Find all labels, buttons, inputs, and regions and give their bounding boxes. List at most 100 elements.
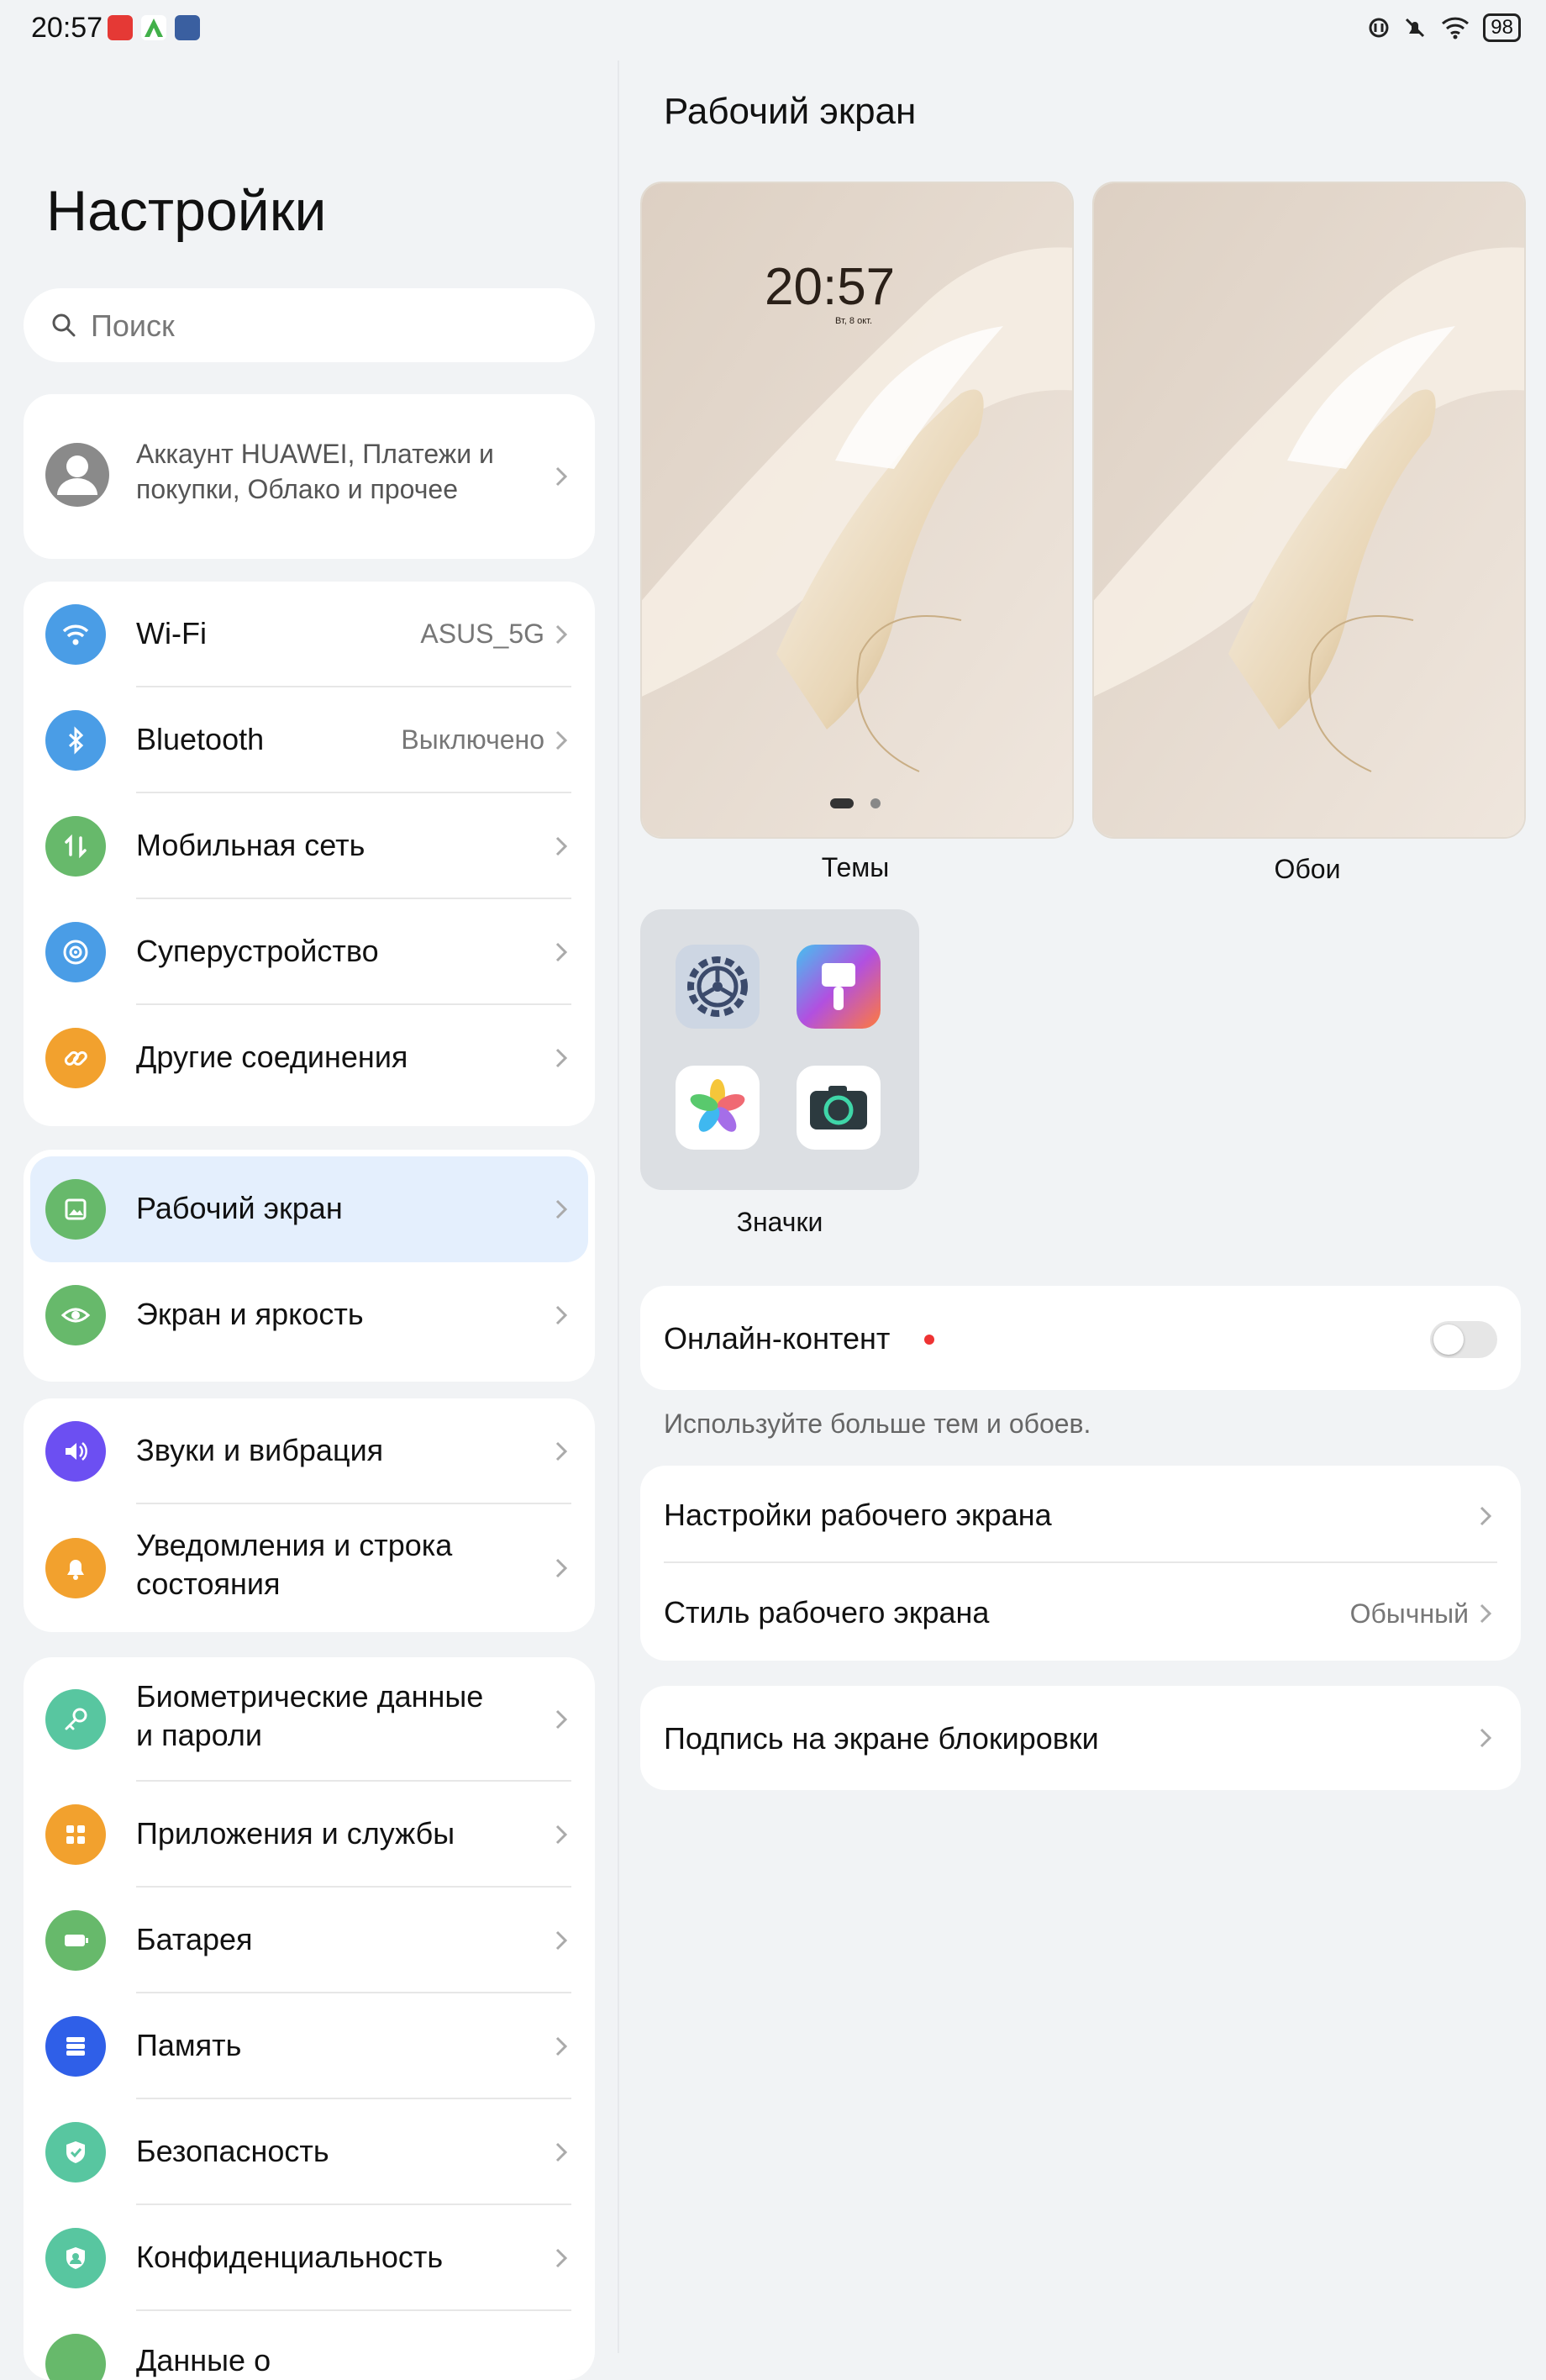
lock-signature-card: Подпись на экране блокировки (640, 1686, 1521, 1790)
game-app-icon (175, 15, 200, 40)
page-indicator-dot (870, 798, 881, 808)
home-screen-style-row[interactable]: Стиль рабочего экрана Обычный (640, 1563, 1521, 1661)
settings-item-storage[interactable]: Память (24, 1993, 595, 2099)
super-device-icon (45, 922, 106, 982)
account-card[interactable]: Аккаунт HUAWEI, Платежи и покупки, Облак… (24, 394, 595, 559)
account-text: Аккаунт HUAWEI, Платежи и покупки, Облак… (136, 439, 494, 504)
chevron-right-icon (555, 730, 568, 750)
apps-icon (45, 1804, 106, 1865)
chevron-right-icon (555, 624, 568, 645)
wallpaper-preview[interactable] (1092, 182, 1526, 839)
chevron-right-icon (1480, 1506, 1492, 1526)
preview-clock: 20:57 (765, 258, 896, 316)
chevron-right-icon (555, 2036, 568, 2056)
chevron-right-icon (555, 1930, 568, 1951)
notification-icons (108, 15, 200, 40)
chevron-right-icon (555, 1048, 568, 1068)
chevron-right-icon (555, 1305, 568, 1325)
section-title: Рабочий экран (664, 91, 917, 132)
online-content-toggle[interactable] (1430, 1321, 1497, 1358)
settings-item-battery[interactable]: Батарея (24, 1888, 595, 1993)
sound-icon (45, 1421, 106, 1482)
theme-preview[interactable]: 20:57 Вт, 8 окт. (640, 182, 1074, 839)
storage-icon (45, 2016, 106, 2077)
settings-item-other-connections[interactable]: Другие соединения (24, 1005, 595, 1111)
new-badge-dot (924, 1335, 934, 1345)
battery-icon (45, 1910, 106, 1971)
chevron-right-icon (555, 2248, 568, 2268)
chevron-right-icon (1480, 1603, 1492, 1624)
nfc-icon (1369, 18, 1389, 38)
chevron-right-icon (555, 1824, 568, 1845)
chevron-right-icon (555, 1199, 568, 1219)
home-screen-settings-row[interactable]: Настройки рабочего экрана (640, 1466, 1521, 1563)
wallpaper-image (1094, 183, 1524, 837)
icons-preview[interactable] (640, 909, 919, 1190)
preview-date: Вт, 8 окт. (835, 316, 873, 326)
wallpaper-icon (45, 1179, 106, 1240)
settings-item-sounds[interactable]: Звуки и вибрация (24, 1398, 595, 1504)
camera-app-icon (797, 1066, 881, 1150)
panel-divider (618, 61, 619, 2353)
settings-app-icon (676, 945, 760, 1029)
settings-item-notifications[interactable]: Уведомления и строка состояния (24, 1504, 595, 1632)
gallery-app-icon (676, 1066, 760, 1150)
page-title: Настройки (46, 179, 327, 243)
settings-item-biometrics[interactable]: Биометрические данные и пароли (24, 1657, 595, 1782)
bell-icon (45, 1538, 106, 1598)
settings-item-apps[interactable]: Приложения и службы (24, 1782, 595, 1888)
settings-item-home-screen[interactable]: Рабочий экран (30, 1156, 588, 1262)
privacy-icon (45, 2228, 106, 2288)
settings-item-privacy[interactable]: Конфиденциальность (24, 2205, 595, 2311)
page-indicator (830, 798, 854, 808)
huawei-app-icon (108, 15, 133, 40)
settings-item-mobile-network[interactable]: Мобильная сеть (24, 793, 595, 899)
settings-item-display-brightness[interactable]: Экран и яркость (24, 1262, 595, 1368)
eye-icon (45, 1285, 106, 1345)
appgallery-icon (141, 15, 166, 40)
settings-item-security[interactable]: Безопасность (24, 2099, 595, 2205)
chevron-right-icon (555, 1709, 568, 1730)
wallpaper-caption: Обои (1274, 854, 1341, 884)
settings-item-bluetooth[interactable]: Bluetooth Выключено (24, 687, 595, 793)
settings-item-data[interactable]: Данные о (24, 2311, 595, 2380)
chevron-right-icon (555, 1441, 568, 1461)
online-content-row[interactable]: Онлайн-контент (640, 1286, 1521, 1390)
search-bar[interactable]: Поиск (24, 288, 595, 362)
connections-group: Wi-Fi ASUS_5G Bluetooth Выключено Мобиль… (24, 582, 595, 1126)
wifi-status-icon (1442, 17, 1470, 39)
mute-icon (1406, 18, 1425, 38)
mobile-data-icon (45, 816, 106, 877)
settings-item-super-device[interactable]: Суперустройство (24, 899, 595, 1005)
search-placeholder: Поиск (91, 308, 175, 343)
status-time: 20:57 (31, 12, 103, 44)
avatar (45, 443, 109, 507)
status-bar: 20:57 98 (0, 0, 1546, 61)
themes-caption: Темы (821, 852, 890, 882)
chevron-right-icon (555, 942, 568, 962)
chevron-right-icon (555, 2142, 568, 2162)
settings-item-wifi[interactable]: Wi-Fi ASUS_5G (24, 582, 595, 687)
sound-notification-group: Звуки и вибрация Уведомления и строка со… (24, 1398, 595, 1632)
bluetooth-icon (45, 710, 106, 771)
chevron-right-icon (555, 1558, 568, 1578)
online-content-card: Онлайн-контент (640, 1286, 1521, 1390)
chevron-right-icon (555, 836, 568, 856)
status-indicators: 98 (1367, 13, 1521, 42)
wifi-icon (45, 604, 106, 665)
display-group: Рабочий экран Экран и яркость (24, 1150, 595, 1382)
icons-caption: Значки (736, 1207, 823, 1237)
link-icon (45, 1028, 106, 1088)
chevron-right-icon (1480, 1728, 1492, 1748)
battery-indicator: 98 (1483, 13, 1521, 42)
shield-icon (45, 2122, 106, 2183)
system-group: Биометрические данные и пароли Приложени… (24, 1657, 595, 2380)
home-screen-settings-card: Настройки рабочего экрана Стиль рабочего… (640, 1466, 1521, 1661)
online-content-hint: Используйте больше тем и обоев. (664, 1409, 1091, 1439)
key-icon (45, 1689, 106, 1750)
themes-app-icon (797, 945, 881, 1029)
lock-signature-row[interactable]: Подпись на экране блокировки (640, 1686, 1521, 1790)
data-icon (45, 2334, 106, 2380)
chevron-right-icon (555, 466, 568, 487)
search-icon (52, 313, 76, 337)
